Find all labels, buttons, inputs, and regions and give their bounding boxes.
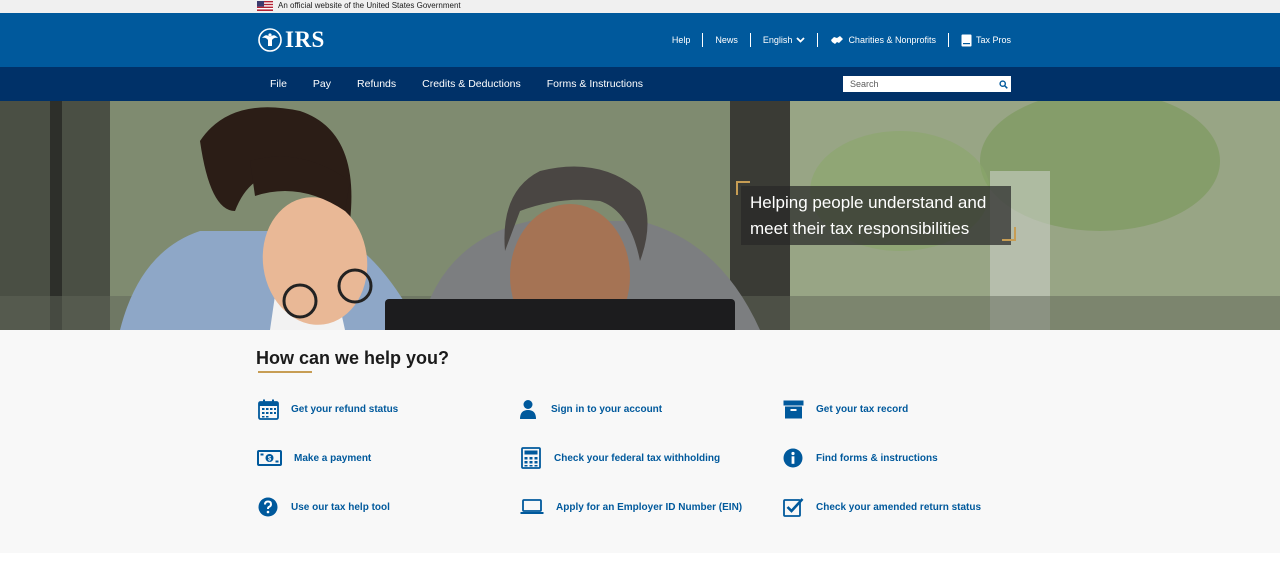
news-link[interactable]: News <box>703 35 750 45</box>
utility-nav: Help News English Charities & Nonprofits… <box>660 13 1011 67</box>
user-icon <box>517 398 539 420</box>
us-flag-icon <box>257 1 273 11</box>
nav-item-pay[interactable]: Pay <box>300 78 344 90</box>
eagle-seal-icon <box>258 28 282 52</box>
quote-corner-bottom-right <box>1002 227 1016 241</box>
forms-instructions-link[interactable]: Find forms & instructions <box>782 447 938 469</box>
sign-in-label: Sign in to your account <box>551 403 663 415</box>
money-icon: $ <box>257 447 282 469</box>
charities-label: Charities & Nonprofits <box>848 35 936 45</box>
search-box <box>843 76 1011 92</box>
forms-instructions-label: Find forms & instructions <box>816 452 938 464</box>
gov-banner: An official website of the United States… <box>0 0 1280 13</box>
help-section: How can we help you? Get your refund sta… <box>0 330 1280 553</box>
info-icon <box>782 447 804 469</box>
tax-pros-link[interactable]: Tax Pros <box>949 34 1011 47</box>
laptop-icon <box>520 496 544 518</box>
tax-help-tool-link[interactable]: Use our tax help tool <box>257 496 390 518</box>
hero-quote: Helping people understand and meet their… <box>741 186 1011 245</box>
chevron-down-icon <box>796 37 806 43</box>
amended-return-label: Check your amended return status <box>816 501 982 513</box>
language-label: English <box>762 35 793 45</box>
nav-item-refunds[interactable]: Refunds <box>344 78 409 90</box>
search-icon[interactable] <box>995 76 1011 92</box>
nav-item-credits-deductions[interactable]: Credits & Deductions <box>409 78 534 90</box>
irs-logo[interactable]: IRS <box>257 27 325 53</box>
tax-help-tool-label: Use our tax help tool <box>291 501 390 513</box>
calculator-icon <box>520 447 542 469</box>
search-input[interactable] <box>843 76 995 92</box>
hero-banner: Helping people understand and meet their… <box>0 101 1280 330</box>
news-link-label: News <box>715 35 738 45</box>
nav-item-forms-instructions[interactable]: Forms & Instructions <box>534 78 656 90</box>
ein-link[interactable]: Apply for an Employer ID Number (EIN) <box>520 496 742 518</box>
help-title: How can we help you? <box>256 348 450 368</box>
logo-text: IRS <box>285 27 325 52</box>
checkbox-icon <box>782 496 804 518</box>
help-link-label: Help <box>671 35 691 45</box>
hero-photo <box>0 101 1280 330</box>
nav-links: File Pay Refunds Credits & Deductions Fo… <box>257 67 656 101</box>
document-icon <box>961 34 972 46</box>
withholding-label: Check your federal tax withholding <box>554 452 721 464</box>
site-header: IRS Help News English Charities & Nonpro… <box>0 13 1280 67</box>
calendar-icon <box>257 398 279 420</box>
withholding-link[interactable]: Check your federal tax withholding <box>520 447 720 469</box>
ein-label: Apply for an Employer ID Number (EIN) <box>556 501 743 513</box>
amended-return-link[interactable]: Check your amended return status <box>782 496 981 518</box>
tax-record-label: Get your tax record <box>816 403 909 415</box>
gov-banner-text: An official website of the United States… <box>278 1 461 10</box>
tax-record-link[interactable]: Get your tax record <box>782 398 908 420</box>
hero-quote-line-1: Helping people understand and <box>750 193 987 212</box>
question-icon <box>257 496 279 518</box>
make-payment-label: Make a payment <box>294 452 372 464</box>
nav-item-file[interactable]: File <box>257 78 300 90</box>
make-payment-link[interactable]: $ Make a payment <box>257 447 371 469</box>
sign-in-link[interactable]: Sign in to your account <box>517 398 662 420</box>
refund-status-link[interactable]: Get your refund status <box>257 398 398 420</box>
hero-quote-line-2: meet their tax responsibilities <box>750 219 970 238</box>
help-link[interactable]: Help <box>660 35 703 45</box>
title-underline <box>258 371 312 373</box>
handshake-icon <box>831 36 844 44</box>
tax-pros-label: Tax Pros <box>975 35 1011 45</box>
language-selector[interactable]: English <box>751 35 818 45</box>
refund-status-label: Get your refund status <box>291 403 399 415</box>
charities-link[interactable]: Charities & Nonprofits <box>818 34 948 46</box>
archive-box-icon <box>782 398 804 420</box>
main-nav: File Pay Refunds Credits & Deductions Fo… <box>0 67 1280 101</box>
